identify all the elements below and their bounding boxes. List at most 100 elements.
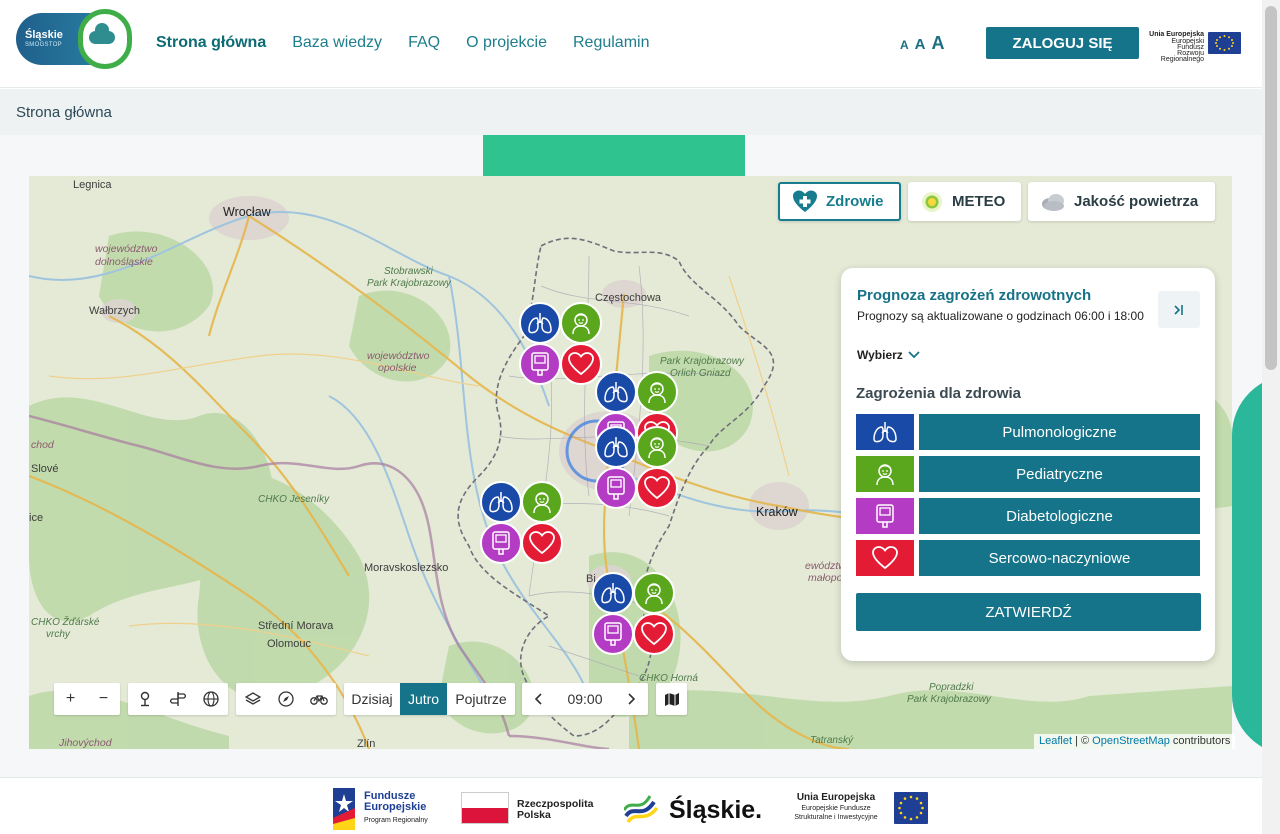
- category-sercowo-naczyniowe[interactable]: Sercowo-naczyniowe: [856, 540, 1201, 576]
- child-marker[interactable]: [636, 371, 678, 413]
- category-pulmonologiczne[interactable]: Pulmonologiczne: [856, 414, 1201, 450]
- chevron-right-icon: [628, 693, 636, 705]
- health-marker-cluster[interactable]: [480, 481, 564, 565]
- category-label[interactable]: Pediatryczne: [919, 456, 1200, 492]
- prev-time-button[interactable]: [522, 683, 554, 715]
- heart-icon: [641, 622, 667, 646]
- lungs-marker[interactable]: [595, 426, 637, 468]
- fe-star-icon: [333, 788, 355, 830]
- category-label[interactable]: Diabetologiczne: [919, 498, 1200, 534]
- zoom-controls: + −: [54, 683, 120, 715]
- zoom-out-button[interactable]: −: [87, 683, 120, 715]
- zoom-in-button[interactable]: +: [54, 683, 87, 715]
- category-label[interactable]: Pulmonologiczne: [919, 414, 1200, 450]
- glucometer-marker[interactable]: [595, 467, 637, 509]
- footer-logos: Fundusze Europejskie Program Regionalny R…: [0, 777, 1262, 834]
- nav-faq[interactable]: FAQ: [408, 34, 440, 52]
- day-today[interactable]: Dzisiaj: [344, 683, 400, 715]
- collapse-panel-button[interactable]: [1158, 291, 1200, 328]
- day-after-tomorrow[interactable]: Pojutrze: [447, 683, 515, 715]
- nav-knowledge-base[interactable]: Baza wiedzy: [292, 34, 382, 52]
- map-label: Stobrawski: [384, 266, 433, 277]
- breadcrumb-current: Strona główna: [16, 104, 112, 121]
- globe-icon[interactable]: [194, 683, 227, 715]
- font-size-large[interactable]: A: [932, 33, 945, 54]
- eu-flag-icon: [894, 792, 928, 824]
- glucometer-icon: [492, 531, 510, 555]
- map-label: dolnośląskie: [95, 256, 153, 268]
- map-label: Częstochowa: [595, 292, 662, 304]
- bicycle-icon[interactable]: [302, 683, 335, 715]
- glucometer-icon: [531, 352, 549, 376]
- layers-icon[interactable]: [236, 683, 269, 715]
- font-size-small[interactable]: A: [900, 38, 909, 52]
- nav-home[interactable]: Strona główna: [156, 34, 266, 52]
- signpost-icon[interactable]: [161, 683, 194, 715]
- pin-icon[interactable]: [128, 683, 161, 715]
- nav-rules[interactable]: Regulamin: [573, 34, 649, 52]
- select-dropdown[interactable]: Wybierz: [857, 348, 921, 362]
- confirm-button[interactable]: ZATWIERDŹ: [856, 593, 1201, 631]
- scrollbar-thumb[interactable]: [1265, 6, 1277, 370]
- panel-title: Prognoza zagrożeń zdrowotnych: [857, 287, 1092, 304]
- map-label: ice: [29, 512, 44, 524]
- tab-meteo[interactable]: METEO: [908, 182, 1021, 221]
- panel-subtitle: Prognozy są aktualizowane o godzinach 06…: [857, 309, 1144, 323]
- cloud-icon: [89, 23, 115, 44]
- chevron-down-icon: [908, 351, 920, 359]
- category-label[interactable]: Sercowo-naczyniowe: [919, 540, 1200, 576]
- map-label: Legnica: [73, 179, 112, 191]
- main-nav: Strona główna Baza wiedzy FAQ O projekci…: [156, 34, 649, 52]
- lungs-icon: [604, 382, 628, 403]
- chevron-left-icon: [534, 693, 542, 705]
- next-time-button[interactable]: [616, 683, 648, 715]
- nav-about[interactable]: O projekcie: [466, 34, 547, 52]
- map-label: Popradzki: [929, 682, 974, 693]
- health-marker-cluster[interactable]: [592, 572, 676, 656]
- map-label: Olomouc: [267, 638, 312, 650]
- map-icon[interactable]: [656, 683, 687, 715]
- map-label: CHKO Žďárské: [31, 617, 100, 628]
- lungs-marker[interactable]: [480, 481, 522, 523]
- lungs-marker[interactable]: [595, 371, 637, 413]
- heart-marker[interactable]: [633, 613, 675, 655]
- map-label: Moravskoslezsko: [364, 562, 449, 574]
- login-button[interactable]: ZALOGUJ SIĘ: [986, 27, 1139, 59]
- map-label: Střední Morava: [258, 620, 334, 632]
- heart-plus-icon: [793, 190, 817, 212]
- tab-jakosc-powietrza[interactable]: Jakość powietrza: [1028, 182, 1215, 221]
- map-label: województwo: [367, 350, 430, 362]
- cloud-icon: [1042, 193, 1064, 211]
- map-label: chod: [31, 439, 54, 451]
- child-marker[interactable]: [636, 426, 678, 468]
- font-size-medium[interactable]: A: [915, 36, 926, 53]
- heart-marker[interactable]: [636, 467, 678, 509]
- map-label: CHKO Jeseníky: [258, 494, 330, 505]
- child-marker[interactable]: [521, 481, 563, 523]
- glucometer-icon: [607, 476, 625, 500]
- glucometer-marker[interactable]: [519, 343, 561, 385]
- tab-label: Jakość powietrza: [1074, 193, 1199, 210]
- osm-link[interactable]: OpenStreetMap: [1092, 735, 1170, 747]
- tab-zdrowie[interactable]: Zdrowie: [778, 182, 901, 221]
- health-marker-cluster[interactable]: [519, 302, 603, 386]
- category-pediatryczne[interactable]: Pediatryczne: [856, 456, 1201, 492]
- map-label: województwo: [95, 243, 158, 255]
- lungs-marker[interactable]: [519, 302, 561, 344]
- child-icon: [572, 313, 590, 335]
- leaflet-link[interactable]: Leaflet: [1039, 735, 1072, 747]
- map-layer-tools: [236, 683, 336, 715]
- child-marker[interactable]: [633, 572, 675, 614]
- slaskie-smogstop-logo[interactable]: Śląskie SMOGSTOP: [16, 9, 132, 70]
- category-diabetologiczne[interactable]: Diabetologiczne: [856, 498, 1201, 534]
- heart-icon: [856, 540, 914, 576]
- day-tomorrow[interactable]: Jutro: [400, 683, 447, 715]
- compass-icon[interactable]: [269, 683, 302, 715]
- lungs-marker[interactable]: [592, 572, 634, 614]
- glucometer-marker[interactable]: [592, 613, 634, 655]
- heart-icon: [529, 531, 555, 555]
- glucometer-marker[interactable]: [480, 522, 522, 564]
- child-marker[interactable]: [560, 302, 602, 344]
- heart-marker[interactable]: [521, 522, 563, 564]
- health-marker-cluster[interactable]: [595, 426, 679, 510]
